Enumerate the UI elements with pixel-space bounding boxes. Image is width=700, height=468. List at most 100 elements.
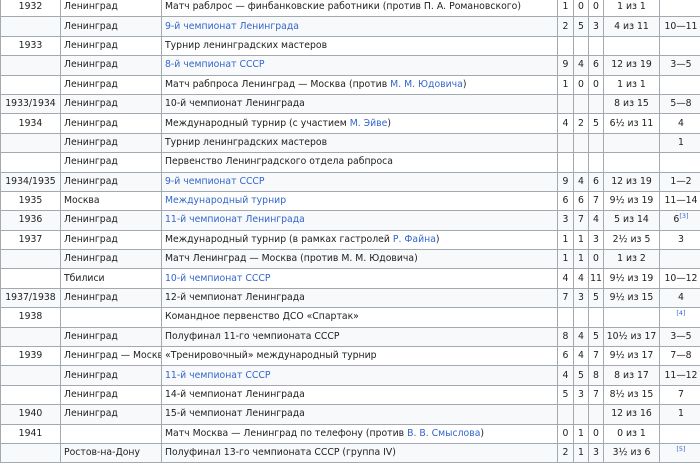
- table-row: 1937/1938 Ленинград 12-й чемпионат Ленингр…: [0, 287, 700, 309]
- event-link[interactable]: 11-й чемпионат Ленинграда: [165, 214, 305, 225]
- draws-cell: 2: [573, 113, 589, 134]
- losses-cell: 6: [588, 55, 604, 76]
- score-cell: 3½ из 6: [603, 442, 660, 464]
- year-cell: 1933: [0, 35, 61, 57]
- place-cell: [659, 74, 700, 95]
- losses-cell: [588, 93, 604, 115]
- losses-cell: 0: [588, 423, 604, 444]
- losses-cell: 0: [588, 0, 604, 18]
- draws-cell: 4: [573, 268, 589, 289]
- event-link[interactable]: 10-й чемпионат СССР: [165, 273, 270, 284]
- draws-cell: 5: [573, 365, 589, 386]
- city-cell: Ленинград: [60, 35, 162, 57]
- table-row: 1938 Командное первенство ДСО «Спартак» [4…: [0, 307, 700, 328]
- score-cell: 9½ из 17: [603, 346, 660, 367]
- year-cell: 1934: [0, 113, 61, 134]
- table-row: Ленинград Первенство Ленинградского отдел…: [0, 152, 700, 173]
- year-cell: [0, 152, 61, 173]
- event-text: Полуфинал 13-го чемпионата СССР (группа …: [165, 447, 396, 459]
- place-cell: 10—12: [659, 268, 700, 289]
- event-cell: 11-й чемпионат Ленинграда: [161, 210, 558, 231]
- event-text: Матч раблрос — финбанковские работники (…: [165, 1, 521, 13]
- city-cell: Ленинград: [60, 74, 162, 95]
- event-text: Турнир ленинградских мастеров: [165, 136, 328, 148]
- place-text: 3: [678, 233, 684, 245]
- draws-cell: 4: [573, 346, 589, 367]
- city-cell: Ленинград: [60, 113, 162, 134]
- losses-cell: [588, 404, 604, 425]
- draws-cell: 4: [573, 326, 589, 348]
- place-cell: 1: [659, 404, 700, 425]
- losses-cell: 8: [588, 365, 604, 386]
- event-cell: Турнир ленинградских мастеров: [161, 132, 558, 154]
- place-cell: 6[3]: [659, 210, 700, 231]
- losses-cell: 6: [588, 171, 604, 192]
- event-text: Международный турнир (в рамках гастролей: [165, 233, 393, 245]
- year-cell: [0, 268, 61, 289]
- wins-cell: 9: [557, 55, 574, 76]
- draws-cell: [573, 93, 589, 115]
- losses-cell: 0: [588, 249, 604, 270]
- table-row: Ленинград 11-й чемпионат СССР 4 5 8 8 из 17 11…: [0, 365, 700, 386]
- event-cell: 9-й чемпионат Ленинграда: [161, 16, 558, 37]
- event-cell: Первенство Ленинградского отдела рабпрос…: [161, 152, 558, 173]
- place-text: 5—8: [670, 98, 692, 110]
- tournament-results-table: 1 9 3 2 Ленинград Матч раблрос — финбанковски…: [0, 0, 700, 464]
- score-cell: 6½ из 11: [603, 113, 660, 134]
- reference-link[interactable]: [5]: [676, 445, 685, 453]
- wins-cell: 5: [557, 384, 574, 406]
- results-body: 1 9 3 2 Ленинград Матч раблрос — финбанковски…: [0, 0, 700, 464]
- losses-cell: 3: [588, 442, 604, 464]
- event-link[interactable]: М. М. Юдовича: [390, 79, 463, 90]
- table-row: Ленинград 14-й чемпионат Ленинграда 5 3 7 8½ …: [0, 384, 700, 406]
- place-cell: 4: [659, 113, 700, 134]
- reference-link[interactable]: [3]: [679, 212, 688, 220]
- year-cell: 1934/1935: [0, 171, 61, 192]
- event-text: Матч Москва — Ленинград по телефону (про…: [165, 427, 408, 439]
- event-link[interactable]: В. В. Смыслова: [407, 428, 480, 439]
- wins-cell: 9: [557, 171, 574, 192]
- table-row: Ленинград Матч Ленинград — Москва (против…: [0, 249, 700, 270]
- losses-cell: 4: [588, 210, 604, 231]
- wins-cell: 2: [557, 16, 574, 37]
- losses-cell: 11: [588, 268, 604, 289]
- city-cell: [60, 307, 162, 328]
- score-cell: 9½ из 19: [603, 268, 660, 289]
- city-cell: Ростов-на-Дону: [60, 442, 162, 464]
- place-cell: 10—11: [659, 16, 700, 37]
- score-cell: 9½ из 15: [603, 287, 660, 309]
- event-text: Международный турнир (с участием: [165, 117, 350, 129]
- year-cell: 1940: [0, 404, 61, 425]
- event-link[interactable]: Международный турнир: [165, 195, 286, 206]
- year-cell: [0, 16, 61, 37]
- year-cell: 1941: [0, 423, 61, 444]
- event-link[interactable]: 11-й чемпионат СССР: [165, 370, 270, 381]
- event-link[interactable]: Р. Файна: [393, 234, 436, 245]
- event-cell: Командное первенство ДСО «Спартак»: [161, 307, 558, 328]
- event-cell: Полуфинал 11-го чемпионата СССР: [161, 326, 558, 348]
- event-text: 10-й чемпионат Ленинграда: [165, 98, 305, 110]
- score-cell: [603, 35, 660, 57]
- event-cell: Международный турнир (с участием М. Эйве…: [161, 113, 558, 134]
- year-cell: 1935: [0, 190, 61, 212]
- year-cell: [0, 74, 61, 95]
- event-link[interactable]: 9-й чемпионат СССР: [165, 176, 265, 187]
- wins-cell: 8: [557, 326, 574, 348]
- event-text: Первенство Ленинградского отдела рабпрос…: [165, 156, 393, 168]
- city-cell: Ленинград: [60, 384, 162, 406]
- reference-link[interactable]: [4]: [676, 309, 685, 317]
- score-cell: 9½ из 19: [603, 190, 660, 212]
- place-text: 1—2: [670, 175, 692, 187]
- table-row: 1934/1935 Ленинград 9-й чемпионат СССР 9 4 6 1…: [0, 171, 700, 192]
- place-cell: [659, 249, 700, 270]
- event-link[interactable]: 9-й чемпионат Ленинграда: [165, 21, 299, 32]
- event-cell: 9-й чемпионат СССР: [161, 171, 558, 192]
- wins-cell: 1: [557, 229, 574, 251]
- event-link[interactable]: 8-й чемпионат СССР: [165, 59, 265, 70]
- event-link[interactable]: М. Эйве: [350, 118, 388, 129]
- losses-cell: 7: [588, 190, 604, 212]
- losses-cell: [588, 152, 604, 173]
- event-cell: «Тренировочный» международный турнир: [161, 346, 558, 367]
- losses-cell: 7: [588, 346, 604, 367]
- losses-cell: 0: [588, 74, 604, 95]
